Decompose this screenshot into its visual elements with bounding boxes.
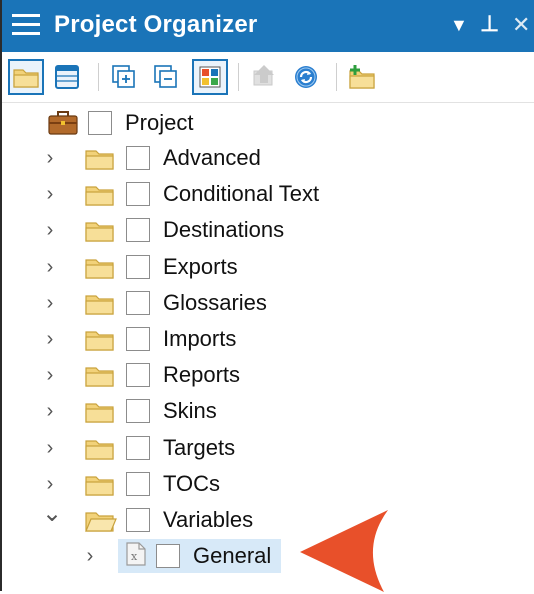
chevron-down-icon[interactable]: ⌄: [42, 502, 62, 526]
folder-icon: [84, 255, 118, 279]
collapse-all-button[interactable]: [148, 59, 184, 95]
tree-root-project[interactable]: Project: [46, 106, 193, 140]
tree-item-checkbox[interactable]: [126, 254, 150, 279]
table-icon: [55, 65, 79, 89]
color-grid-icon: [199, 66, 221, 88]
pointer-arrow-icon: [300, 510, 388, 592]
collapse-all-icon: [154, 65, 177, 88]
folder-icon: [84, 218, 118, 242]
chevron-right-icon[interactable]: ›: [42, 257, 58, 277]
chevron-right-icon[interactable]: ›: [42, 438, 58, 458]
tree-item-checkbox[interactable]: [126, 290, 150, 315]
title-bar: Project Organizer ▼ ⊥ ✕: [2, 0, 534, 52]
tree-item-destinations[interactable]: Destinations: [84, 213, 284, 247]
project-checkbox[interactable]: [88, 111, 112, 135]
folder-icon: [84, 472, 118, 496]
toolbar: [2, 52, 534, 103]
tree-item-label: TOCs: [163, 470, 221, 496]
chevron-right-icon[interactable]: ›: [42, 293, 58, 313]
tree-item-advanced[interactable]: Advanced: [84, 141, 261, 175]
tree-item-label: Reports: [163, 362, 241, 388]
toolbar-separator: [238, 63, 239, 91]
refresh-icon: [295, 66, 317, 88]
toolbar-separator: [336, 63, 337, 91]
chevron-right-icon[interactable]: ›: [42, 220, 58, 240]
tree-item-general[interactable]: x General: [118, 539, 282, 574]
color-view-button[interactable]: [192, 59, 228, 95]
tree-item-label: Skins: [163, 398, 217, 424]
folder-icon: [84, 436, 118, 460]
tree-item-label: Imports: [163, 326, 237, 351]
tree-item-label: Advanced: [163, 145, 261, 170]
expand-all-icon: [112, 65, 135, 88]
tree-item-checkbox[interactable]: [126, 471, 150, 496]
tree-item-checkbox[interactable]: [156, 544, 180, 569]
tree-item-checkbox[interactable]: [126, 182, 150, 207]
chevron-right-icon[interactable]: ›: [42, 474, 58, 494]
toolbar-separator: [98, 63, 99, 91]
chevron-right-icon[interactable]: ›: [42, 148, 58, 168]
menu-icon[interactable]: [12, 14, 40, 36]
tree-item-label: Exports: [163, 253, 238, 279]
table-view-button[interactable]: [49, 59, 85, 95]
tree-item-targets[interactable]: Targets: [84, 431, 235, 465]
publish-button[interactable]: [246, 59, 282, 95]
folder-icon: [13, 69, 39, 88]
tree-item-checkbox[interactable]: [126, 363, 150, 388]
tree-item-label: General: [193, 543, 272, 569]
tree-item-checkbox[interactable]: [126, 399, 150, 424]
tree-item-checkbox[interactable]: [126, 146, 150, 170]
tree-item-label: Destinations: [163, 217, 285, 243]
tree-item-checkbox[interactable]: [126, 327, 150, 351]
tree-item-label: Variables: [163, 507, 254, 532]
folder-icon: [84, 327, 118, 351]
chevron-right-icon[interactable]: ›: [42, 401, 58, 421]
new-folder-icon: [349, 65, 375, 89]
tree-item-glossaries[interactable]: Glossaries: [84, 286, 267, 320]
dropdown-icon[interactable]: ▼: [450, 15, 468, 36]
expand-all-button[interactable]: [106, 59, 142, 95]
tree-item-skins[interactable]: Skins: [84, 394, 217, 428]
refresh-button[interactable]: [288, 59, 324, 95]
open-folder-button[interactable]: [8, 59, 44, 95]
tree-item-label: Glossaries: [163, 289, 267, 315]
folder-icon: [84, 363, 118, 387]
tree-item-checkbox[interactable]: [126, 508, 150, 532]
tree-item-imports[interactable]: Imports: [84, 322, 236, 356]
chevron-right-icon[interactable]: ›: [42, 329, 58, 349]
tree-item-checkbox[interactable]: [126, 218, 150, 243]
tree-item-label: Project: [125, 110, 194, 135]
chevron-right-icon[interactable]: ›: [42, 365, 58, 385]
publish-icon: [253, 65, 274, 86]
briefcase-icon: [48, 111, 78, 135]
tree-item-variables[interactable]: Variables: [84, 503, 253, 537]
close-icon[interactable]: ✕: [512, 12, 530, 38]
variable-file-icon: x: [124, 541, 148, 572]
tree-item-conditional-text[interactable]: Conditional Text: [84, 177, 319, 211]
chevron-right-icon[interactable]: ›: [42, 184, 58, 204]
tree-item-checkbox[interactable]: [126, 435, 150, 460]
folder-icon: [84, 182, 118, 206]
folder-icon: [84, 399, 118, 423]
tree-item-label: Conditional Text: [163, 181, 320, 207]
pin-icon[interactable]: ⊥: [480, 11, 499, 37]
new-folder-button[interactable]: [344, 59, 380, 95]
tree-item-label: Targets: [163, 434, 236, 460]
folder-icon: [84, 146, 118, 170]
project-organizer-panel: Project Organizer ▼ ⊥ ✕ Project Advanced…: [0, 0, 534, 592]
panel-title: Project Organizer: [54, 11, 258, 38]
folder-open-icon: [84, 508, 118, 532]
tree-item-reports[interactable]: Reports: [84, 358, 240, 392]
chevron-right-icon[interactable]: ›: [82, 546, 98, 566]
svg-text:x: x: [131, 550, 138, 563]
folder-icon: [84, 291, 118, 315]
tree-item-exports[interactable]: Exports: [84, 250, 238, 284]
tree-item-tocs[interactable]: TOCs: [84, 467, 220, 501]
